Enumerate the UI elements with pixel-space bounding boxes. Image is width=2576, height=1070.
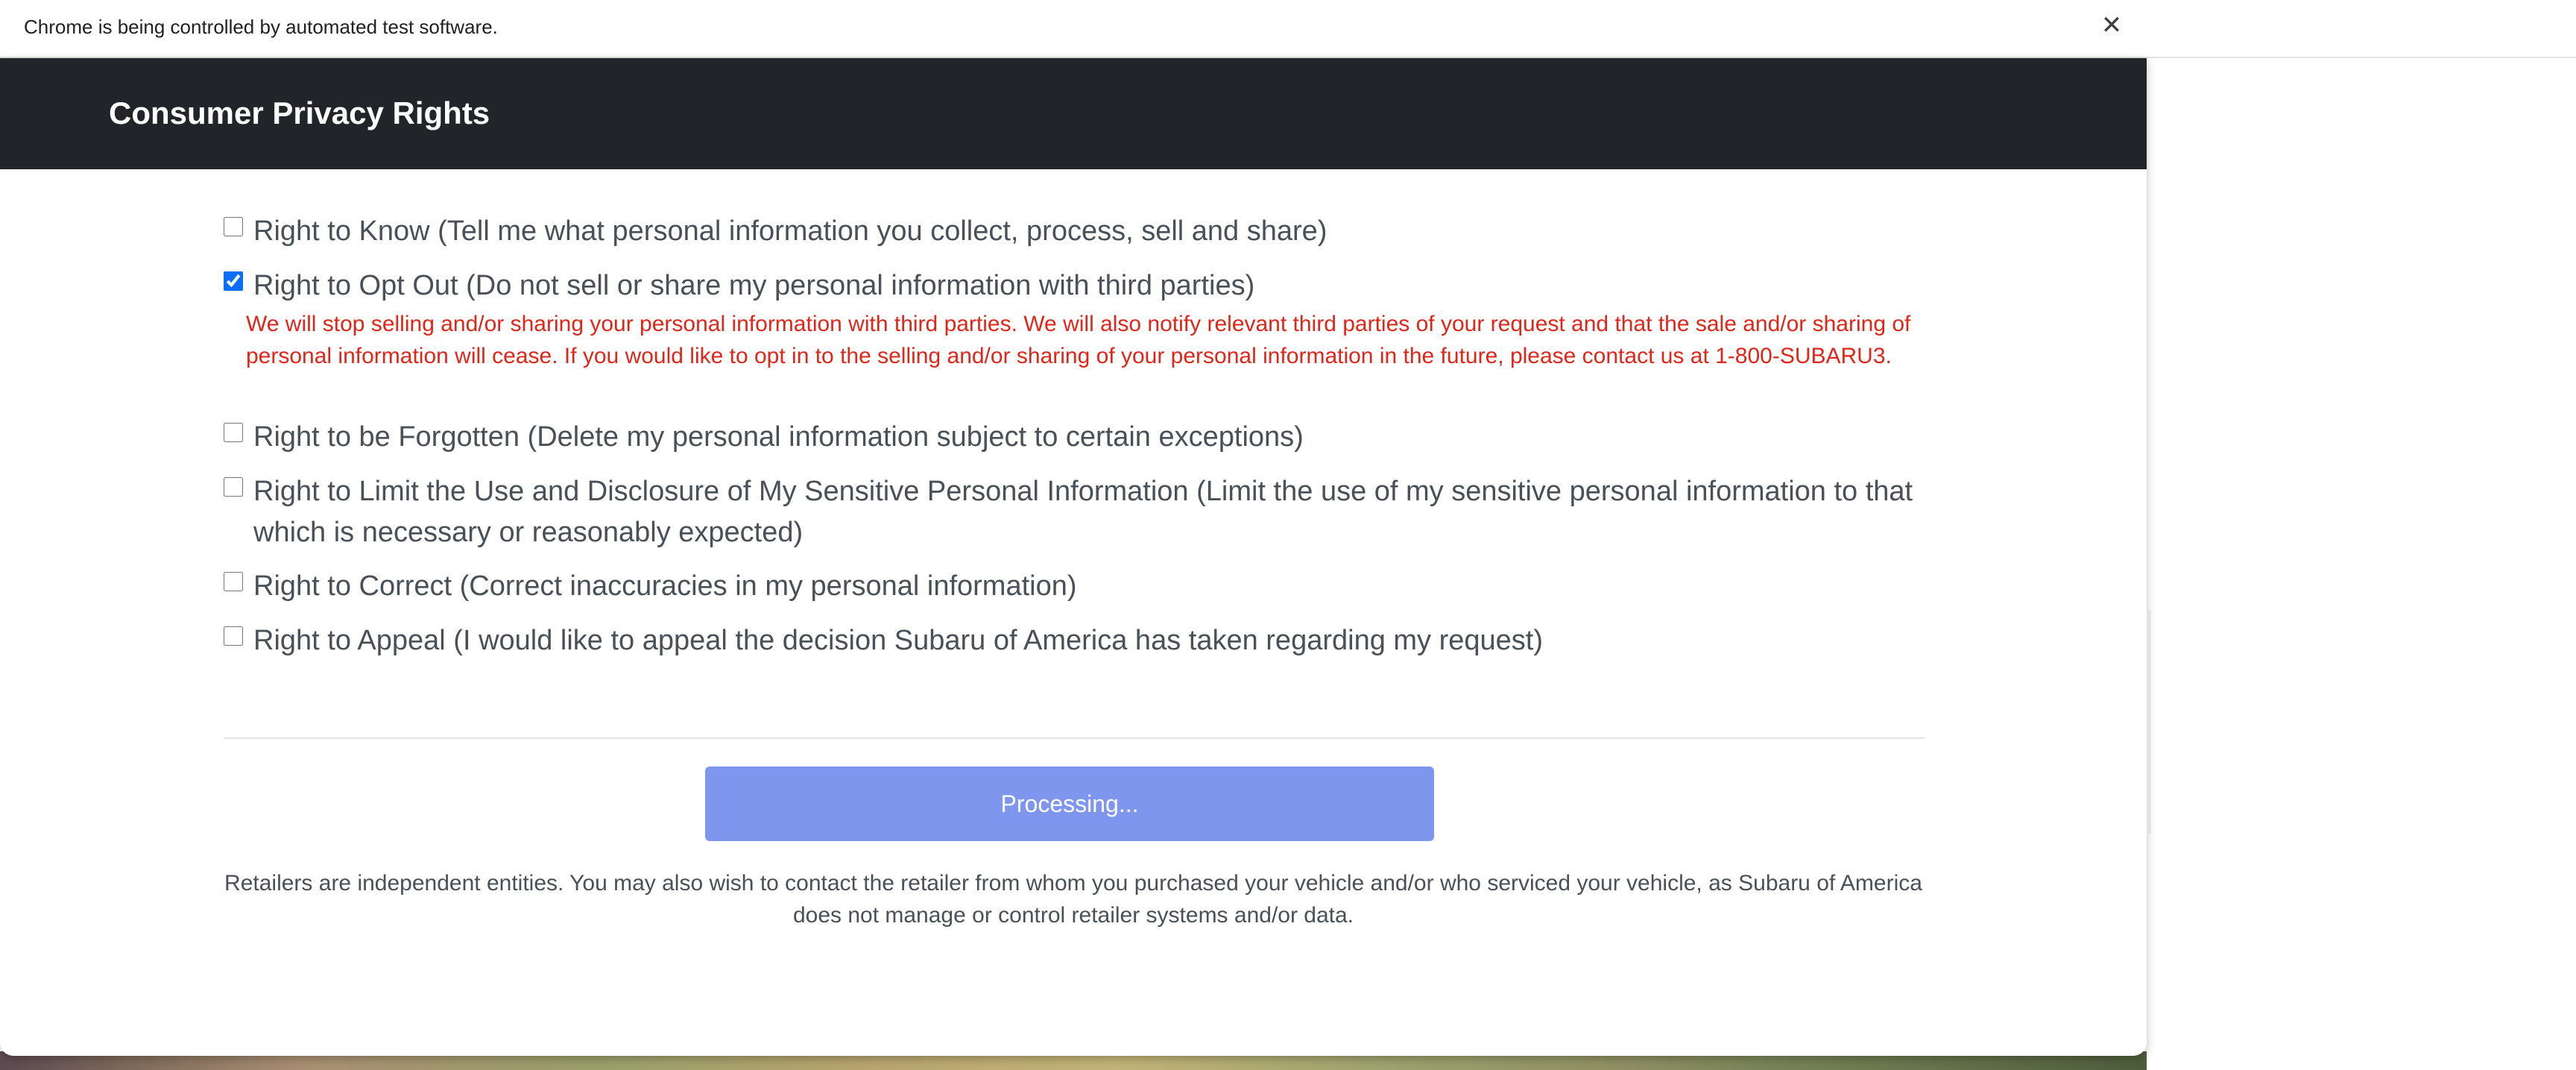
option-label-right-to-limit[interactable]: Right to Limit the Use and Disclosure of…	[253, 471, 1938, 553]
page-title: Consumer Privacy Rights	[109, 95, 490, 130]
page-header: Consumer Privacy Rights	[0, 58, 2147, 169]
automation-infobar: Chrome is being controlled by automated …	[0, 0, 2576, 58]
option-right-to-limit: Right to Limit the Use and Disclosure of…	[224, 471, 1938, 557]
retailer-disclaimer: Retailers are independent entities. You …	[224, 871, 1922, 928]
checkbox-right-to-correct[interactable]	[224, 572, 243, 591]
checkbox-right-to-be-forgotten[interactable]	[224, 423, 243, 442]
divider	[224, 737, 1925, 739]
option-label-right-to-correct[interactable]: Right to Correct (Correct inaccuracies i…	[253, 566, 1938, 607]
option-right-to-correct: Right to Correct (Correct inaccuracies i…	[224, 566, 1938, 611]
option-right-to-opt-out: Right to Opt Out (Do not sell or share m…	[224, 265, 1938, 407]
option-label-right-to-be-forgotten[interactable]: Right to be Forgotten (Delete my persona…	[253, 417, 1938, 458]
infobar-message: Chrome is being controlled by automated …	[24, 16, 498, 38]
checkbox-right-to-know[interactable]	[224, 217, 243, 236]
submit-button[interactable]: Processing...	[705, 767, 1434, 841]
browser-background	[2147, 58, 2576, 1070]
close-icon[interactable]: ✕	[2098, 10, 2125, 40]
option-right-to-be-forgotten: Right to be Forgotten (Delete my persona…	[224, 417, 1938, 462]
option-label-right-to-appeal[interactable]: Right to Appeal (I would like to appeal …	[253, 620, 1938, 661]
checkbox-right-to-opt-out[interactable]	[224, 271, 243, 291]
scroll-hint	[2148, 610, 2151, 834]
opt-out-notice: We will stop selling and/or sharing your…	[246, 312, 1911, 368]
checkbox-right-to-appeal[interactable]	[224, 626, 243, 646]
option-label-right-to-know[interactable]: Right to Know (Tell me what personal inf…	[253, 211, 1938, 252]
checkbox-right-to-limit[interactable]	[224, 477, 243, 497]
privacy-modal: Consumer Privacy Rights Right to Know (T…	[0, 58, 2147, 1056]
option-right-to-know: Right to Know (Tell me what personal inf…	[224, 211, 1938, 256]
option-label-right-to-opt-out[interactable]: Right to Opt Out (Do not sell or share m…	[253, 265, 1938, 306]
option-right-to-appeal: Right to Appeal (I would like to appeal …	[224, 620, 1938, 665]
